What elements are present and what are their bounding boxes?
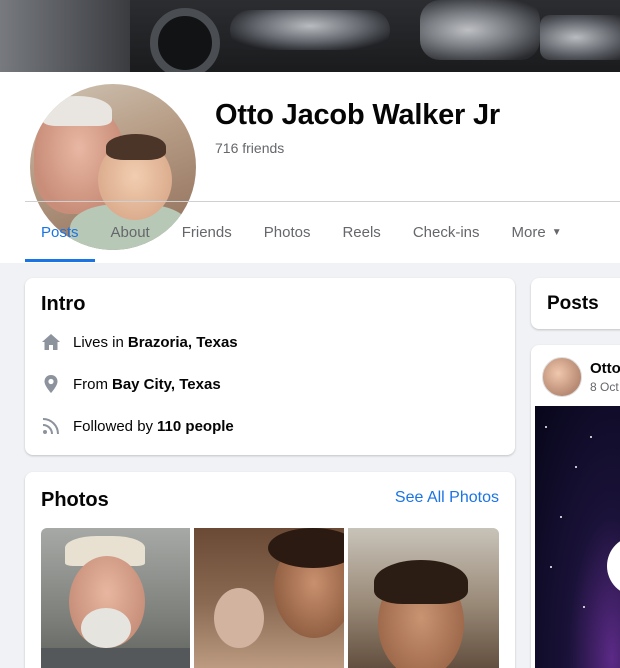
home-icon	[41, 332, 61, 352]
caret-down-icon: ▼	[551, 226, 562, 238]
intro-card: Intro Lives in Brazoria, Texas From Bay …	[25, 278, 515, 455]
posts-title: Posts	[547, 293, 599, 314]
post-author-avatar[interactable]	[542, 357, 582, 397]
avatar-figure	[106, 134, 166, 160]
intro-followed-prefix: Followed by	[73, 417, 154, 435]
cover-detail	[0, 0, 130, 72]
star-dot	[590, 436, 592, 438]
intro-from: From Bay City, Texas	[41, 374, 221, 394]
cover-detail	[150, 8, 220, 72]
rss-feed-icon	[41, 416, 61, 436]
star-dot	[583, 606, 585, 608]
tab-photos[interactable]: Photos	[248, 202, 327, 262]
tab-posts[interactable]: Posts	[25, 202, 95, 262]
photo-detail	[81, 608, 131, 648]
intro-lives-prefix: Lives in	[73, 333, 124, 351]
photo-detail	[214, 588, 264, 648]
intro-from-value[interactable]: Bay City, Texas	[112, 376, 221, 393]
tab-more[interactable]: More ▼	[496, 202, 578, 262]
cover-detail	[420, 0, 540, 60]
cover-detail	[230, 10, 390, 50]
post-media[interactable]	[535, 406, 620, 668]
photo-thumbnail[interactable]	[348, 528, 499, 668]
intro-lives: Lives in Brazoria, Texas	[41, 332, 238, 352]
intro-from-prefix: From	[73, 375, 108, 393]
posts-header-card: Posts	[531, 278, 620, 329]
post-author-name[interactable]: Otto	[590, 360, 620, 377]
photo-detail	[41, 648, 190, 668]
photos-title: Photos	[41, 489, 109, 511]
tab-about[interactable]: About	[95, 202, 166, 262]
post-date[interactable]: 8 Oct	[590, 380, 619, 394]
photos-card: Photos See All Photos	[25, 472, 515, 668]
photo-detail	[374, 560, 468, 604]
photo-thumbnail[interactable]	[194, 528, 344, 668]
cover-photo[interactable]	[0, 0, 620, 72]
cover-detail	[540, 15, 620, 60]
star-dot	[545, 426, 547, 428]
star-dot	[550, 566, 552, 568]
photo-thumbnail[interactable]	[41, 528, 190, 668]
location-pin-icon	[41, 374, 61, 394]
post-card: Otto 8 Oct	[531, 345, 620, 668]
intro-title: Intro	[41, 293, 86, 315]
tab-reels[interactable]: Reels	[326, 202, 396, 262]
star-dot	[560, 516, 562, 518]
intro-followed: Followed by 110 people	[41, 416, 234, 436]
intro-followed-value[interactable]: 110 people	[157, 418, 234, 435]
tab-more-label: More	[511, 223, 546, 241]
avatar-figure	[42, 96, 112, 126]
intro-lives-value[interactable]: Brazoria, Texas	[128, 334, 238, 351]
media-play-overlay[interactable]	[607, 536, 620, 596]
friends-count[interactable]: 716 friends	[215, 140, 284, 156]
profile-name: Otto Jacob Walker Jr	[215, 99, 501, 131]
tab-friends[interactable]: Friends	[166, 202, 248, 262]
profile-tabs: Posts About Friends Photos Reels Check-i…	[25, 202, 578, 262]
see-all-photos-link[interactable]: See All Photos	[395, 489, 499, 507]
star-dot	[575, 466, 577, 468]
tab-check-ins[interactable]: Check-ins	[397, 202, 496, 262]
